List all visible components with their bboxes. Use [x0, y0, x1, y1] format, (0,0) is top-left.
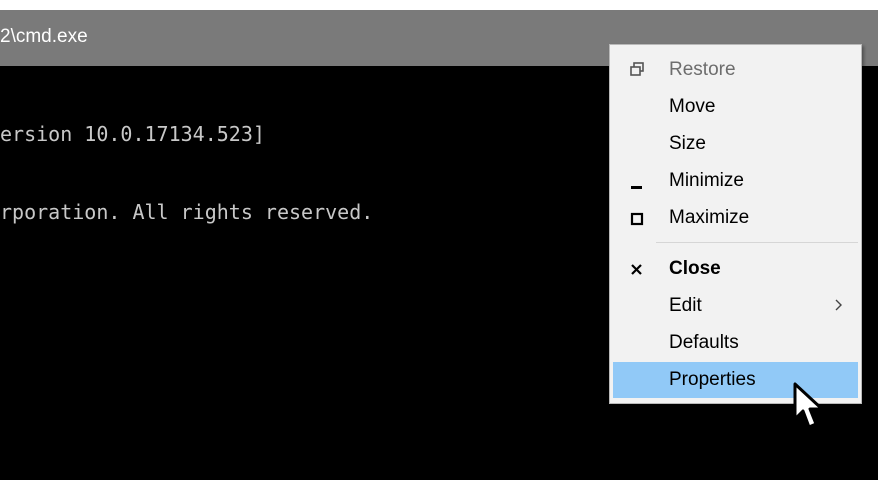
- chevron-right-icon: [835, 299, 842, 311]
- menu-item-move[interactable]: Move: [613, 89, 858, 125]
- console-output[interactable]: ersion 10.0.17134.523] rporation. All ri…: [0, 69, 373, 277]
- menu-item-label: Close: [669, 258, 721, 279]
- menu-item-restore[interactable]: Restore: [613, 52, 858, 88]
- minimize-icon: [631, 186, 642, 189]
- menu-item-label: Defaults: [669, 332, 739, 353]
- menu-item-label: Properties: [669, 369, 756, 390]
- maximize-icon: [630, 212, 644, 226]
- menu-item-maximize[interactable]: Maximize: [613, 200, 858, 236]
- console-line-version: ersion 10.0.17134.523]: [0, 122, 265, 146]
- mouse-pointer-icon: [793, 382, 824, 429]
- menu-item-close[interactable]: Close: [613, 251, 858, 287]
- menu-item-label: Size: [669, 133, 706, 154]
- system-context-menu: Restore Move Size Minimize Maximize Clos…: [609, 44, 862, 404]
- menu-item-label: Minimize: [669, 170, 744, 191]
- menu-item-label: Restore: [669, 59, 736, 80]
- restore-icon: [630, 62, 644, 76]
- screenshot-frame: 2\cmd.exe ersion 10.0.17134.523] rporati…: [0, 0, 886, 493]
- menu-item-size[interactable]: Size: [613, 126, 858, 162]
- close-icon: [631, 264, 642, 275]
- menu-item-label: Move: [669, 96, 716, 117]
- menu-item-defaults[interactable]: Defaults: [613, 325, 858, 361]
- menu-item-label: Edit: [669, 295, 702, 316]
- console-line-copyright: rporation. All rights reserved.: [0, 200, 374, 224]
- menu-item-label: Maximize: [669, 207, 750, 228]
- menu-item-minimize[interactable]: Minimize: [613, 163, 858, 199]
- window-title: 2\cmd.exe: [0, 26, 88, 47]
- menu-separator: [656, 242, 858, 243]
- menu-item-edit[interactable]: Edit: [613, 288, 858, 324]
